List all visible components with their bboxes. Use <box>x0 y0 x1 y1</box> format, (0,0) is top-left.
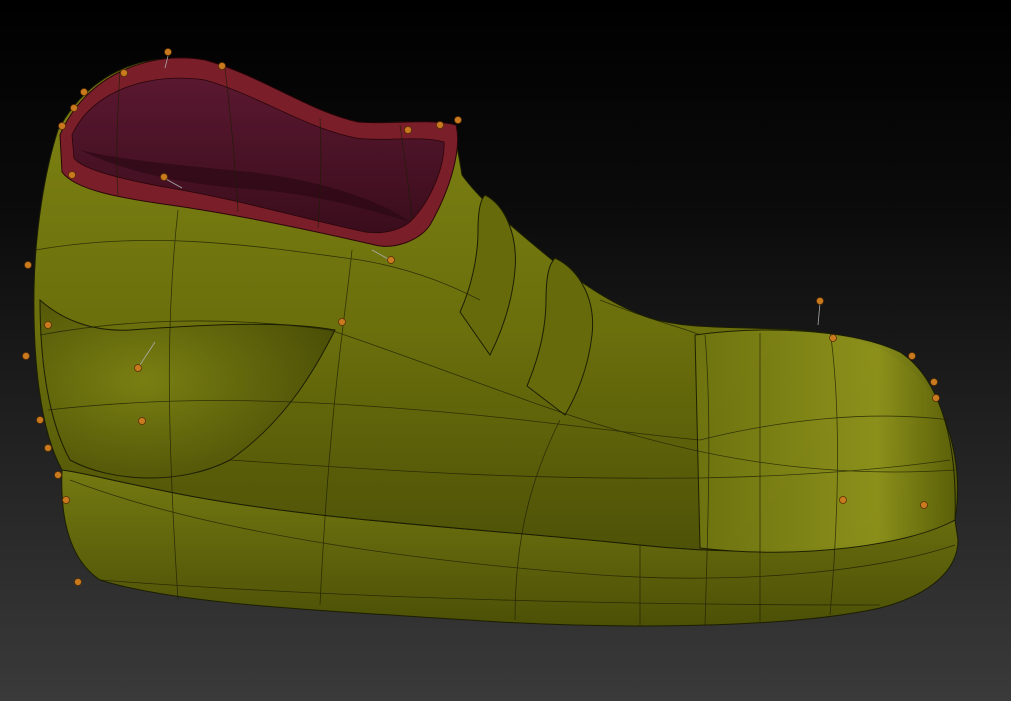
pin-marker[interactable] <box>829 334 837 342</box>
pin-marker[interactable] <box>338 318 346 326</box>
pin-marker[interactable] <box>454 116 462 124</box>
pin-marker[interactable] <box>36 416 44 424</box>
pin-marker[interactable] <box>70 104 78 112</box>
pin-marker[interactable] <box>44 321 52 329</box>
shoe-model-render[interactable] <box>0 0 1011 701</box>
pin-marker[interactable] <box>68 171 76 179</box>
pin-marker[interactable] <box>44 444 52 452</box>
pin-marker[interactable] <box>436 121 444 129</box>
pin-marker[interactable] <box>62 496 70 504</box>
pin-marker[interactable] <box>22 352 30 360</box>
pin-marker[interactable] <box>24 261 32 269</box>
pin-marker[interactable] <box>120 69 128 77</box>
shoe-toe-cap[interactable] <box>694 329 956 553</box>
pin-marker[interactable] <box>54 471 62 479</box>
pin-marker[interactable] <box>930 378 938 386</box>
pin-marker[interactable] <box>218 62 226 70</box>
pin-marker[interactable] <box>74 578 82 586</box>
pin-marker[interactable] <box>404 126 412 134</box>
pin-marker[interactable] <box>80 88 88 96</box>
pin-marker[interactable] <box>920 501 928 509</box>
pin-marker[interactable] <box>816 297 824 326</box>
pin-marker[interactable] <box>58 122 66 130</box>
pin-marker[interactable] <box>932 394 940 402</box>
3d-viewport[interactable] <box>0 0 1011 701</box>
pin-marker[interactable] <box>138 417 146 425</box>
pin-marker[interactable] <box>839 496 847 504</box>
pin-marker[interactable] <box>908 352 916 360</box>
